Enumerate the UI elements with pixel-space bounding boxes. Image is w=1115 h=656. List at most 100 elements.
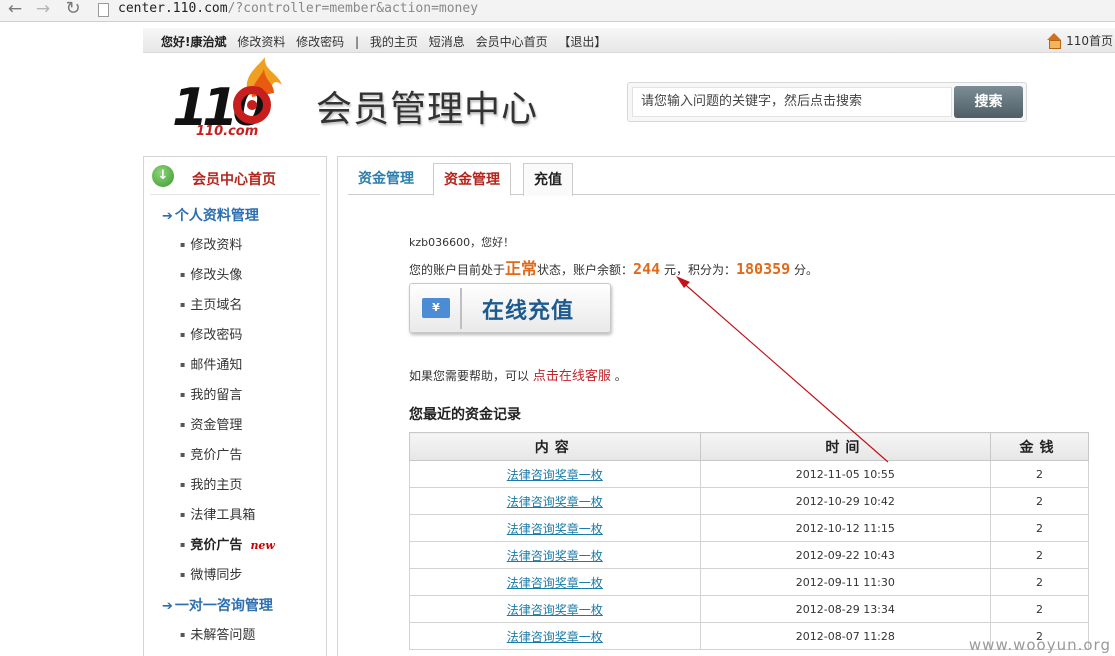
main-content: 资金管理 资金管理 充值 kzb036600，您好！ 您的账户目前处于正常状态，… xyxy=(337,156,1115,656)
cell-amount: 2 xyxy=(990,487,1089,515)
cell-content: 法律咨询奖章一枚 xyxy=(409,514,701,542)
cell-time: 2012-10-12 11:15 xyxy=(699,514,992,542)
house-icon xyxy=(1046,33,1062,49)
cell-content: 法律咨询奖章一枚 xyxy=(409,568,701,596)
sidebar-item-bid-ads[interactable]: 竞价广告 xyxy=(180,444,242,463)
sidebar-item-edit-profile[interactable]: 修改资料 xyxy=(180,234,242,253)
topbar-divider: | xyxy=(355,35,360,49)
record-link[interactable]: 法律咨询奖章一枚 xyxy=(507,495,603,509)
balance-prefix: 状态，账户余额： xyxy=(537,263,634,277)
sidebar-item-fund-management[interactable]: 资金管理 xyxy=(180,414,242,433)
cell-amount: 2 xyxy=(990,460,1089,488)
right-arrow-icon: ➔ xyxy=(162,599,173,614)
points-unit: 分。 xyxy=(794,263,819,277)
url-path: /?controller=member&action=money xyxy=(227,1,479,16)
cell-content: 法律咨询奖章一枚 xyxy=(409,487,701,515)
sidebar-item-weibo-sync[interactable]: 微博同步 xyxy=(180,564,242,583)
username[interactable]: 康治斌 xyxy=(190,35,226,49)
cell-amount: 2 xyxy=(990,541,1089,569)
topbar-member-center-link[interactable]: 会员中心首页 xyxy=(476,35,548,49)
member-topbar: 您好!康治斌 修改资料 修改密码 | 我的主页 短消息 会员中心首页 【退出】 … xyxy=(143,28,1115,53)
forward-arrow-icon[interactable]: → xyxy=(32,0,54,20)
table-row: 法律咨询奖章一枚 2012-11-05 10:55 2 xyxy=(409,460,1089,488)
sidebar: ↓ 会员中心首页 ➔个人资料管理 修改资料 修改头像 主页域名 修改密码 邮件通… xyxy=(143,156,327,656)
svg-text:110.com: 110.com xyxy=(196,124,258,139)
sidebar-item-legal-toolbox[interactable]: 法律工具箱 xyxy=(180,504,255,523)
sidebar-section-consult[interactable]: ➔ 一对一咨询管理 xyxy=(162,595,273,615)
new-badge: new xyxy=(250,539,275,552)
table-row: 法律咨询奖章一枚 2012-09-22 10:43 2 xyxy=(409,541,1089,569)
online-support-link[interactable]: 点击在线客服 xyxy=(533,369,611,384)
topbar-messages-link[interactable]: 短消息 xyxy=(429,35,465,49)
sidebar-home-link[interactable]: ↓ 会员中心首页 xyxy=(150,157,320,195)
table-row: 法律咨询奖章一枚 2012-08-29 13:34 2 xyxy=(409,595,1089,623)
search-button[interactable]: 搜索 xyxy=(954,86,1023,118)
table-body: 法律咨询奖章一枚 2012-11-05 10:55 2 法律咨询奖章一枚 2012-1… xyxy=(409,460,1089,650)
search-box: 请您输入问题的关键字，然后点击搜索 搜索 xyxy=(627,82,1027,122)
sidebar-item-homepage-domain[interactable]: 主页域名 xyxy=(180,294,242,313)
online-recharge-button[interactable]: ¥ 在线充值 xyxy=(409,283,611,333)
cell-time: 2012-11-05 10:55 xyxy=(699,460,992,488)
cell-amount: 2 xyxy=(990,568,1089,596)
cell-time: 2012-09-22 10:43 xyxy=(699,541,992,569)
online-recharge-label: 在线充值 xyxy=(482,299,575,324)
sidebar-item-edit-avatar[interactable]: 修改头像 xyxy=(180,264,242,283)
cell-content: 法律咨询奖章一枚 xyxy=(409,541,701,569)
tab-fund-management[interactable]: 资金管理 xyxy=(348,163,424,196)
table-header-row: 内容 时间 金钱 xyxy=(409,432,1089,461)
sidebar-item-email-notify[interactable]: 邮件通知 xyxy=(180,354,242,373)
sidebar-item-unanswered[interactable]: 未解答问题 xyxy=(180,624,255,643)
record-link[interactable]: 法律咨询奖章一枚 xyxy=(507,522,603,536)
right-arrow-icon: ➔ xyxy=(162,209,173,224)
record-link[interactable]: 法律咨询奖章一枚 xyxy=(507,576,603,590)
cell-content: 法律咨询奖章一枚 xyxy=(409,622,701,650)
topbar-links: 您好!康治斌 修改资料 修改密码 | 我的主页 短消息 会员中心首页 【退出】 xyxy=(161,33,613,50)
tab-recharge[interactable]: 充值 xyxy=(523,163,573,196)
site-home-link[interactable]: 110首页 xyxy=(1046,32,1113,49)
greeting-text: 您好! xyxy=(161,35,191,49)
sidebar-item-my-homepage[interactable]: 我的主页 xyxy=(180,474,242,493)
cell-time: 2012-10-29 10:42 xyxy=(699,487,992,515)
account-status: 正常 xyxy=(505,259,538,278)
sidebar-item-label: 竞价广告 xyxy=(190,538,243,553)
site-logo[interactable]: 110 110.com xyxy=(170,55,290,140)
button-divider xyxy=(460,288,462,329)
cell-amount: 2 xyxy=(990,514,1089,542)
fund-records-table: 内容 时间 金钱 法律咨询奖章一枚 2012-11-05 10:55 2 法律咨询奖… xyxy=(409,432,1089,650)
search-input[interactable]: 请您输入问题的关键字，然后点击搜索 xyxy=(632,87,952,117)
sidebar-item-bid-ads-new[interactable]: 竞价广告 new xyxy=(180,534,275,553)
page-title: 会员管理中心 xyxy=(316,89,539,130)
record-link[interactable]: 法律咨询奖章一枚 xyxy=(507,603,603,617)
topbar-change-password-link[interactable]: 修改密码 xyxy=(296,35,344,49)
record-link[interactable]: 法律咨询奖章一枚 xyxy=(507,468,603,482)
table-row: 法律咨询奖章一枚 2012-10-12 11:15 2 xyxy=(409,514,1089,542)
tab-bar: 资金管理 资金管理 充值 xyxy=(348,163,1115,196)
logo-110-graphic: 110 110.com xyxy=(172,57,282,139)
back-arrow-icon[interactable]: ← xyxy=(4,0,26,20)
yuan-card-icon: ¥ xyxy=(422,298,450,318)
address-bar[interactable]: center.110.com/?controller=member&action… xyxy=(118,1,478,16)
record-link[interactable]: 法律咨询奖章一枚 xyxy=(507,630,603,644)
sidebar-section-label: 一对一咨询管理 xyxy=(174,598,273,614)
reload-icon[interactable]: ↻ xyxy=(62,0,84,20)
table-row: 法律咨询奖章一枚 2012-10-29 10:42 2 xyxy=(409,487,1089,515)
topbar-logout-link[interactable]: 【退出】 xyxy=(558,35,606,49)
records-title: 您最近的资金记录 xyxy=(409,407,521,423)
url-host: center.110.com xyxy=(118,1,228,16)
sidebar-item-change-password[interactable]: 修改密码 xyxy=(180,324,242,343)
topbar-my-homepage-link[interactable]: 我的主页 xyxy=(370,35,418,49)
browser-toolbar: ← → ↻ center.110.com/?controller=member&… xyxy=(0,0,1115,22)
tab-fund-management-active[interactable]: 资金管理 xyxy=(433,163,511,196)
topbar-edit-profile-link[interactable]: 修改资料 xyxy=(237,35,285,49)
record-link[interactable]: 法律咨询奖章一枚 xyxy=(507,549,603,563)
help-prefix: 如果您需要帮助，可以 xyxy=(409,369,530,383)
cell-amount: 2 xyxy=(990,595,1089,623)
sidebar-section-profile[interactable]: ➔ 个人资料管理 xyxy=(162,205,259,225)
cell-time: 2012-09-11 11:30 xyxy=(699,568,992,596)
sidebar-home-label: 会员中心首页 xyxy=(192,172,276,188)
help-line: 如果您需要帮助，可以 点击在线客服 。 xyxy=(409,365,627,384)
account-status-line: 您的账户目前处于正常状态，账户余额：244 元，积分为：180359 分。 xyxy=(409,255,818,279)
sidebar-item-my-messages[interactable]: 我的留言 xyxy=(180,384,242,403)
cell-time: 2012-08-07 11:28 xyxy=(699,622,992,650)
column-header-time: 时间 xyxy=(699,432,992,461)
